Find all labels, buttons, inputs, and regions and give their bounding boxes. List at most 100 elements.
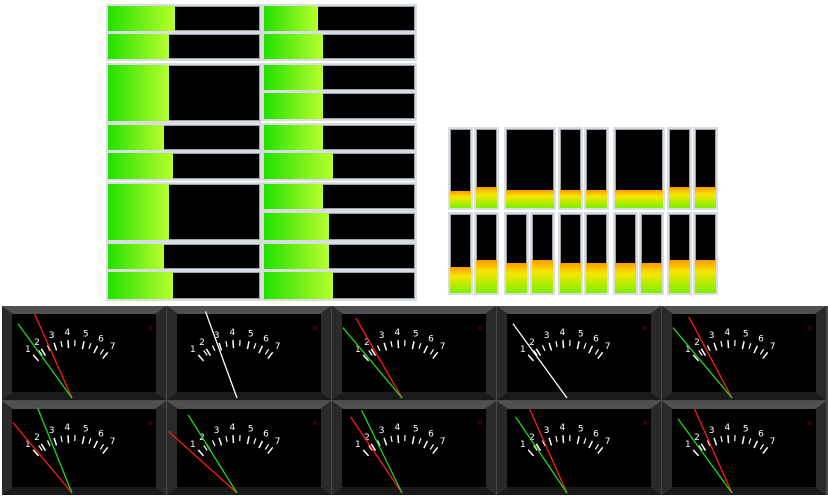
scale-label: 7: [275, 437, 281, 447]
scale-label: 1: [190, 345, 196, 355]
vu-meter-7: 1234567: [167, 401, 331, 495]
peak-led: [808, 326, 812, 330]
scale-tick: [233, 340, 234, 348]
vertical-meter-bottom-5: [558, 212, 583, 295]
vu-meter-face: 1234567: [497, 401, 661, 495]
level-fill: [506, 190, 554, 208]
level-fill: [586, 263, 607, 293]
level-fill: [641, 263, 662, 293]
level-fill: [108, 184, 169, 240]
level-fill: [476, 187, 497, 208]
vu-meter-face: 1234567: [332, 306, 496, 400]
scale-label: 3: [709, 426, 715, 436]
vertical-meter-top-8: [693, 127, 718, 210]
vertical-meter-top-4: [558, 127, 583, 210]
vertical-meter-bottom-10: [693, 212, 718, 295]
scale-label: 4: [230, 423, 236, 433]
vu-dial: [177, 409, 321, 487]
scale-label: 7: [770, 437, 776, 447]
scale-label: 4: [725, 328, 731, 338]
vertical-meter-bottom-6: [584, 212, 609, 295]
scale-label: 5: [248, 329, 254, 339]
scale-label: 1: [685, 345, 691, 355]
scale-label: 6: [758, 335, 764, 345]
vu-dial: [507, 409, 651, 487]
vu-meter-5: 1234567: [662, 306, 826, 400]
level-fill: [615, 263, 636, 293]
scale-label: 5: [578, 329, 584, 339]
scale-label: 7: [275, 342, 281, 352]
scale-tick: [398, 435, 399, 443]
scale-label: 1: [520, 345, 526, 355]
scale-label: 4: [560, 423, 566, 433]
peak-led: [148, 326, 152, 330]
scale-tick: [68, 340, 69, 348]
vertical-meter-top-6: [613, 127, 665, 210]
level-fill: [108, 153, 173, 179]
scale-label: 4: [560, 328, 566, 338]
scale-label: 6: [758, 430, 764, 440]
scale-label: 6: [98, 335, 104, 345]
vertical-meter-bottom-3: [504, 212, 529, 295]
level-fill: [560, 263, 581, 293]
scale-label: 7: [110, 342, 116, 352]
level-fill: [264, 125, 323, 150]
scale-label: 4: [395, 423, 401, 433]
vu-meter-8: 1234567: [332, 401, 496, 495]
peak-led: [313, 326, 317, 330]
horizontal-meter-left-4: [106, 123, 262, 152]
scale-label: 3: [49, 331, 55, 341]
scale-label: 3: [544, 426, 550, 436]
horizontal-meter-left-5: [106, 151, 262, 181]
scale-label: 4: [725, 423, 731, 433]
vu-meter-face: 1234567: [332, 401, 496, 495]
scale-label: 2: [364, 338, 370, 348]
vu-meter-face: 1234567: [497, 306, 661, 400]
scale-label: 6: [428, 335, 434, 345]
vertical-meter-top-7: [667, 127, 692, 210]
peak-led: [478, 421, 482, 425]
peak-led: [148, 421, 152, 425]
vu-meter-face: 1234567: [2, 401, 166, 495]
vertical-meter-bottom-7: [613, 212, 638, 295]
level-fill: [264, 213, 329, 240]
horizontal-meter-right-9: [262, 242, 417, 271]
scale-label: 1: [190, 440, 196, 450]
vu-meter-face: 1234567: [2, 306, 166, 400]
vu-meter-6: 1234567: [2, 401, 166, 495]
scale-label: 5: [743, 329, 749, 339]
level-fill: [108, 65, 169, 121]
scale-label: 1: [355, 345, 361, 355]
scale-label: 7: [605, 437, 611, 447]
scale-label: 1: [355, 440, 361, 450]
level-fill: [108, 244, 164, 269]
horizontal-meter-left-1: [106, 4, 262, 33]
scale-label: 1: [25, 440, 31, 450]
peak-led: [313, 421, 317, 425]
scale-tick: [563, 340, 564, 348]
vu-dial: [177, 314, 321, 392]
level-fill: [450, 267, 471, 293]
vertical-meter-top-3: [504, 127, 556, 210]
scale-label: 2: [34, 433, 40, 443]
scale-tick: [728, 340, 729, 348]
level-fill: [669, 187, 690, 208]
peak-led: [643, 326, 647, 330]
scale-label: 5: [83, 329, 89, 339]
scale-label: 7: [440, 437, 446, 447]
vertical-meter-top-1: [448, 127, 473, 210]
horizontal-meter-right-3: [262, 63, 417, 92]
scale-label: 3: [214, 426, 220, 436]
scale-label: 7: [110, 437, 116, 447]
vu-dial: [12, 314, 156, 392]
vertical-meter-top-5: [584, 127, 609, 210]
vu-dial: [672, 409, 816, 487]
horizontal-meter-left-3: [106, 63, 262, 123]
peak-led: [808, 421, 812, 425]
vertical-meter-bottom-4: [530, 212, 555, 295]
vertical-meter-bottom-2: [474, 212, 499, 295]
scale-label: 3: [379, 331, 385, 341]
scale-label: 7: [440, 342, 446, 352]
scale-label: 6: [263, 430, 269, 440]
scale-label: 5: [743, 424, 749, 434]
